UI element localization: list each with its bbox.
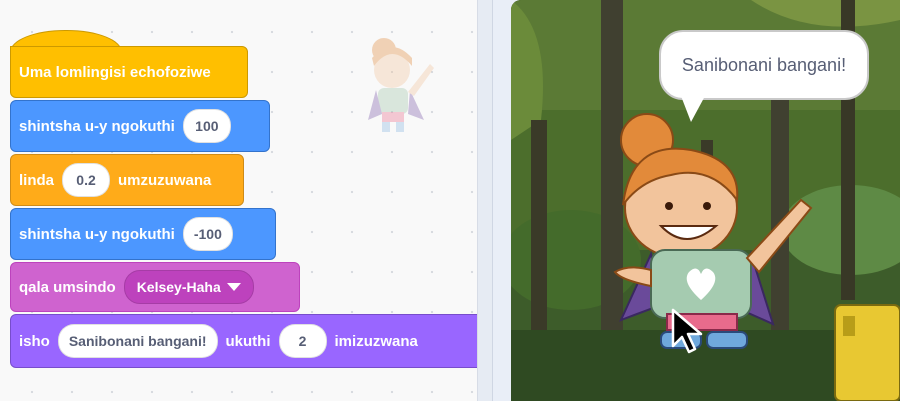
sound-dropdown[interactable]: Kelsey-Haha — [123, 270, 254, 304]
start-sound-label: qala umsindo — [19, 278, 116, 296]
code-area[interactable]: Uma lomlingisi echofoziwe shintsha u-y n… — [0, 0, 493, 401]
change-y-label: shintsha u-y ngokuthi — [19, 117, 175, 135]
stage[interactable]: Sanibonani bangani! — [511, 0, 900, 401]
wait-label: linda — [19, 171, 55, 189]
change-y-block-1[interactable]: shintsha u-y ngokuthi 100 — [10, 100, 270, 152]
change-y-label: shintsha u-y ngokuthi — [19, 225, 175, 243]
start-sound-block[interactable]: qala umsindo Kelsey-Haha — [10, 262, 300, 312]
change-y-value-input[interactable]: 100 — [182, 109, 231, 143]
hat-label: Uma lomlingisi echofoziwe — [19, 63, 211, 81]
say-label: isho — [19, 332, 50, 350]
wait-unit-label: umzuzuwana — [118, 171, 212, 189]
arrow-cursor-icon — [671, 308, 703, 354]
say-for-secs-block[interactable]: isho Sanibonani bangani! ukuthi 2 imizuz… — [10, 314, 483, 368]
wait-block[interactable]: linda 0.2 umzuzuwana — [10, 154, 244, 206]
say-secs-input[interactable]: 2 — [278, 324, 327, 358]
sound-dropdown-value: Kelsey-Haha — [136, 279, 221, 295]
speech-text: Sanibonani bangani! — [681, 54, 847, 75]
when-sprite-clicked-block[interactable]: Uma lomlingisi echofoziwe — [10, 46, 248, 98]
change-y-block-2[interactable]: shintsha u-y ngokuthi -100 — [10, 208, 276, 260]
chevron-down-icon — [226, 283, 241, 291]
say-message-input[interactable]: Sanibonani bangani! — [57, 324, 218, 358]
wait-value-input[interactable]: 0.2 — [62, 163, 111, 197]
say-unit-label: imizuzwana — [334, 332, 418, 350]
change-y-value-input[interactable]: -100 — [182, 217, 233, 251]
say-for-label: ukuthi — [225, 332, 271, 350]
speech-bubble-tail — [681, 96, 705, 122]
speech-bubble: Sanibonani bangani! — [659, 30, 869, 100]
sprite-ghost-icon — [368, 38, 434, 132]
